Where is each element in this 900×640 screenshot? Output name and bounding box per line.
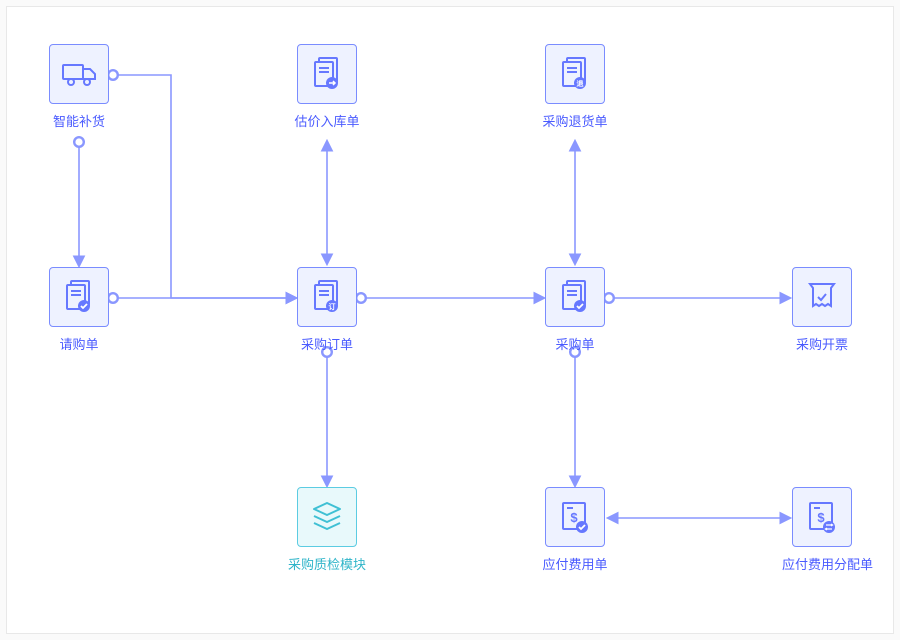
svg-text:退: 退 bbox=[577, 79, 584, 88]
truck-icon bbox=[49, 44, 109, 104]
node-purchase-request[interactable]: 请购单 bbox=[39, 267, 119, 354]
stack-icon bbox=[297, 487, 357, 547]
document-order-icon: 订 bbox=[297, 267, 357, 327]
node-label: 估价入库单 bbox=[287, 114, 367, 131]
node-purchase-invoice[interactable]: 采购开票 bbox=[782, 267, 862, 354]
document-check-icon bbox=[545, 267, 605, 327]
svg-text:$: $ bbox=[817, 510, 825, 525]
connectors bbox=[7, 7, 893, 633]
node-label: 采购单 bbox=[535, 337, 615, 354]
node-payable-expense-alloc[interactable]: $ 应付费用分配单 bbox=[782, 487, 862, 574]
svg-text:$: $ bbox=[570, 510, 578, 525]
node-label: 智能补货 bbox=[39, 114, 119, 131]
node-qc-module[interactable]: 采购质检模块 bbox=[287, 487, 367, 574]
node-payable-expense[interactable]: $ 应付费用单 bbox=[535, 487, 615, 574]
node-purchase-return[interactable]: 退 采购退货单 bbox=[535, 44, 615, 131]
node-label: 采购订单 bbox=[287, 337, 367, 354]
document-return-icon: 退 bbox=[545, 44, 605, 104]
node-label: 采购质检模块 bbox=[287, 557, 367, 574]
document-arrow-icon bbox=[297, 44, 357, 104]
money-check-icon: $ bbox=[545, 487, 605, 547]
node-label: 采购开票 bbox=[782, 337, 862, 354]
node-smart-restock[interactable]: 智能补货 bbox=[39, 44, 119, 131]
node-label: 采购退货单 bbox=[535, 114, 615, 131]
node-label: 应付费用单 bbox=[535, 557, 615, 574]
node-purchase-receipt[interactable]: 采购单 bbox=[535, 267, 615, 354]
node-label: 应付费用分配单 bbox=[782, 557, 862, 574]
diagram-canvas: 智能补货 估价入库单 退 采购退货单 请购单 订 采购订单 采购单 bbox=[6, 6, 894, 634]
document-check-icon bbox=[49, 267, 109, 327]
node-purchase-order[interactable]: 订 采购订单 bbox=[287, 267, 367, 354]
invoice-icon bbox=[792, 267, 852, 327]
node-valuation-inbound[interactable]: 估价入库单 bbox=[287, 44, 367, 131]
svg-text:订: 订 bbox=[329, 302, 336, 311]
node-label: 请购单 bbox=[39, 337, 119, 354]
money-swap-icon: $ bbox=[792, 487, 852, 547]
